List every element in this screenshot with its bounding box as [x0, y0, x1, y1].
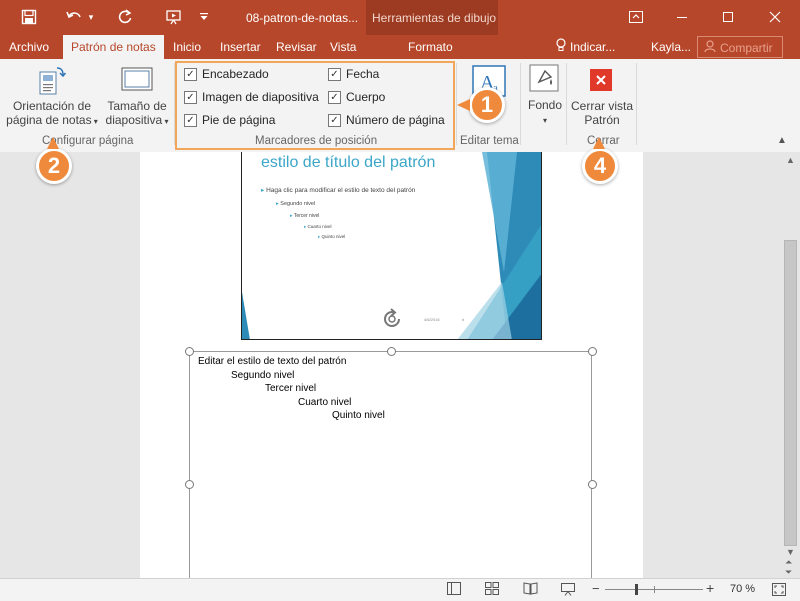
callout-4-pointer	[593, 137, 605, 149]
tab-insertar[interactable]: Insertar	[220, 35, 261, 59]
tab-inicio[interactable]: Inicio	[173, 35, 201, 59]
redo-icon[interactable]	[113, 6, 137, 28]
vertical-scrollbar[interactable]: ▲ ▼ ⏶ ⏷	[782, 152, 800, 578]
callout-1: 1	[469, 87, 505, 123]
callout-2-pointer	[47, 137, 59, 149]
rotate-handle-icon[interactable]	[380, 307, 404, 334]
minimize-icon[interactable]	[659, 0, 705, 33]
ribbon-tabs: Archivo Patrón de notas Inicio Insertar …	[0, 35, 800, 59]
user-name[interactable]: Kayla...	[651, 35, 691, 59]
notes-level-1: Editar el estilo de texto del patrón	[198, 356, 347, 367]
group-separator	[520, 63, 521, 145]
slide-size-icon	[121, 65, 153, 98]
close-master-icon[interactable]	[590, 69, 612, 91]
close-master-view-button[interactable]: Cerrar vista Patrón	[566, 99, 638, 127]
share-label: Compartir	[720, 41, 773, 55]
slide-bullet-5: ▸ Quinto nivel	[318, 234, 346, 239]
person-icon	[704, 38, 716, 60]
chevron-down-icon: ▾	[91, 117, 98, 126]
slide-size-line1: Tamaño de	[107, 99, 167, 113]
resize-handle[interactable]	[185, 347, 194, 356]
placeholders-highlight	[175, 61, 455, 150]
lightbulb-icon	[556, 36, 566, 60]
resize-handle[interactable]	[588, 480, 597, 489]
background-button[interactable]: Fondo ▾	[522, 98, 568, 125]
notes-orientation-line1: Orientación de	[12, 99, 92, 113]
slide-title: estilo de título del patrón	[261, 154, 436, 171]
start-presentation-icon[interactable]	[162, 6, 186, 28]
tab-vista[interactable]: Vista	[330, 35, 356, 59]
reading-view-icon[interactable]	[523, 582, 538, 598]
zoom-in-icon[interactable]: +	[706, 580, 714, 596]
slideshow-icon[interactable]	[561, 582, 575, 599]
tab-patron-de-notas[interactable]: Patrón de notas	[63, 35, 164, 59]
fit-window-icon[interactable]	[772, 583, 786, 599]
slide-bullet-3: ▸ Tercer nivel	[290, 213, 320, 219]
close-master-line1: Cerrar vista	[570, 99, 633, 113]
slide-bullet-1: ▸ Haga clic para modificar el estilo de …	[261, 187, 416, 194]
callout-1-pointer	[457, 99, 470, 111]
customize-qat-icon[interactable]	[196, 6, 212, 28]
group-separator	[636, 63, 637, 145]
background-label: Fondo	[527, 98, 563, 112]
notes-orientation-button[interactable]: Orientación de página de notas ▾	[6, 99, 98, 127]
zoom-slider-thumb[interactable]	[635, 584, 638, 595]
chevron-down-icon: ▾	[162, 117, 169, 126]
slide-bullet-4: ▸ Cuarto nivel	[304, 224, 332, 229]
notes-level-4: Cuarto nivel	[298, 397, 352, 408]
close-icon[interactable]	[752, 0, 798, 33]
resize-handle[interactable]	[588, 347, 597, 356]
callout-4: 4	[582, 148, 618, 184]
tell-me-label: Indicar...	[570, 40, 616, 54]
document-title: 08-patron-de-notas...	[246, 11, 359, 25]
share-button[interactable]: Compartir	[697, 36, 783, 58]
callout-2: 2	[36, 148, 72, 184]
zoom-slider-center-tick	[654, 586, 655, 593]
undo-icon[interactable]	[62, 6, 86, 28]
slide-sorter-icon[interactable]	[485, 582, 499, 598]
close-master-line2: Patrón	[584, 113, 620, 127]
slide-size-button[interactable]: Tamaño de diapositiva ▾	[102, 99, 172, 127]
slide-footer-date: 4/6/2016	[424, 317, 440, 322]
dropdown-icon[interactable]: ▾	[84, 6, 98, 28]
background-styles-icon[interactable]	[529, 64, 559, 95]
zoom-out-icon[interactable]: −	[592, 581, 600, 596]
next-slide-icon[interactable]: ⏷	[785, 567, 792, 578]
notes-level-5: Quinto nivel	[332, 410, 385, 421]
slide-size-line2: diapositiva	[105, 113, 163, 127]
resize-handle[interactable]	[185, 480, 194, 489]
maximize-icon[interactable]	[705, 0, 751, 33]
notes-orientation-line2: página de notas	[6, 113, 92, 127]
tab-archivo[interactable]: Archivo	[9, 35, 49, 59]
notes-body-placeholder[interactable]: Editar el estilo de texto del patrón Seg…	[189, 351, 592, 578]
notes-orientation-icon	[37, 64, 67, 99]
slide-bullet-2: ▸ Segundo nivel	[276, 201, 316, 207]
drawing-tools-label: Herramientas de dibujo	[372, 11, 497, 25]
scroll-thumb[interactable]	[784, 240, 797, 546]
status-bar: − + 70 %	[0, 578, 800, 601]
collapse-ribbon-icon[interactable]: ▲	[777, 135, 787, 146]
resize-handle[interactable]	[387, 347, 396, 356]
tell-me[interactable]: Indicar...	[556, 35, 615, 59]
notes-level-2: Segundo nivel	[231, 370, 295, 381]
notes-level-3: Tercer nivel	[265, 383, 317, 394]
ribbon-display-icon[interactable]	[613, 0, 659, 33]
normal-view-icon[interactable]	[447, 582, 461, 598]
scroll-up-icon[interactable]: ▲	[786, 155, 795, 165]
save-icon[interactable]	[17, 6, 41, 28]
editing-canvas: estilo de título del patrón ▸ Haga clic …	[0, 152, 782, 578]
tab-revisar[interactable]: Revisar	[276, 35, 317, 59]
scroll-down-icon[interactable]: ▼	[786, 547, 795, 557]
zoom-level[interactable]: 70 %	[730, 583, 755, 595]
slide-footer-number: #	[462, 317, 465, 322]
tab-formato[interactable]: Formato	[408, 35, 453, 59]
edit-theme-group-label: Editar tema	[460, 135, 519, 147]
chevron-down-icon: ▾	[542, 116, 547, 125]
